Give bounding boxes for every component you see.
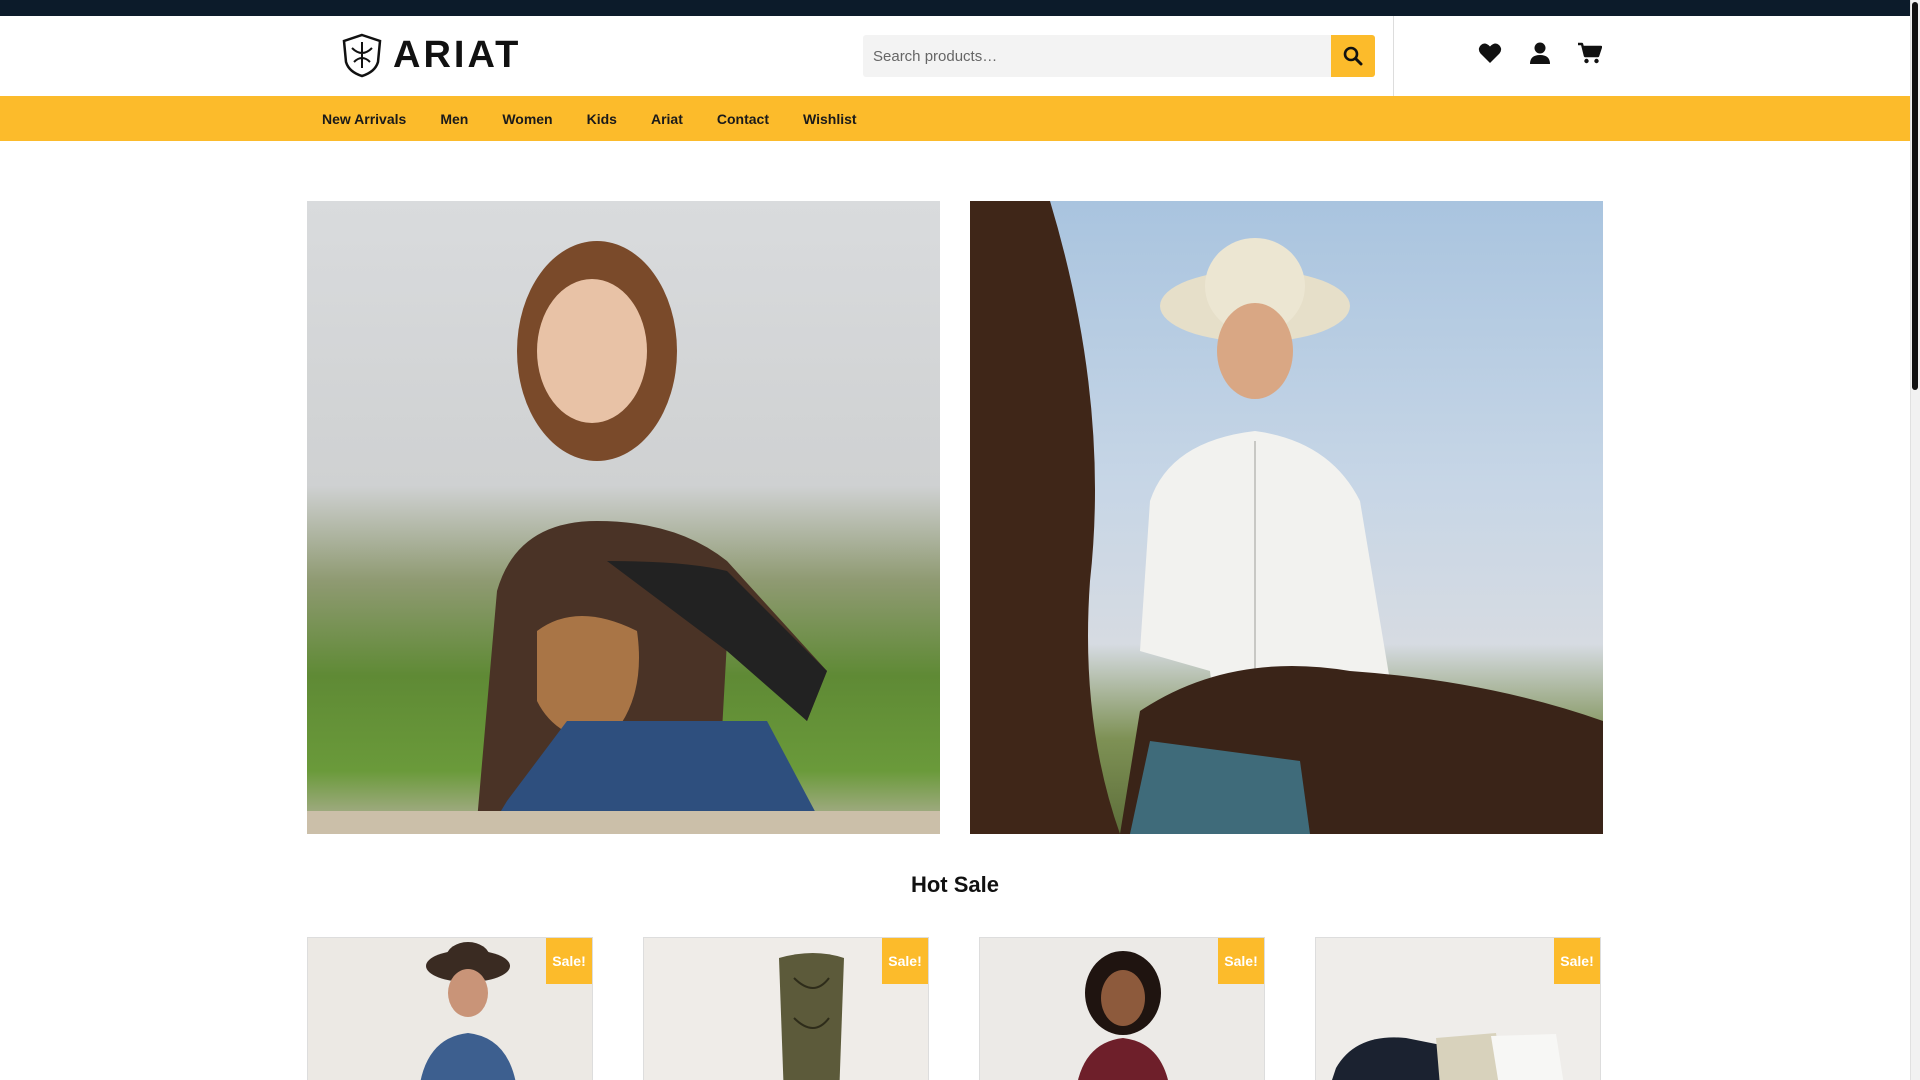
product-card[interactable]: Sale! xyxy=(979,937,1265,1080)
nav-item-men[interactable]: Men xyxy=(440,111,468,127)
cart-button[interactable] xyxy=(1578,41,1602,65)
page-scrollbar[interactable] xyxy=(1910,0,1920,1080)
site-header: ARIAT xyxy=(0,16,1910,96)
nav-item-women[interactable]: Women xyxy=(502,111,552,127)
nav-item-wishlist[interactable]: Wishlist xyxy=(803,111,857,127)
search-input[interactable] xyxy=(863,35,1332,77)
sale-badge: Sale! xyxy=(1554,938,1600,984)
brand-wordmark: ARIAT xyxy=(393,33,522,76)
horse-shield-logo-icon xyxy=(342,33,382,78)
scrollbar-thumb[interactable] xyxy=(1912,2,1918,390)
nav-item-ariat[interactable]: Ariat xyxy=(651,111,683,127)
hero-men-image xyxy=(970,201,1603,834)
account-button[interactable] xyxy=(1528,41,1552,65)
hero-banner-men[interactable] xyxy=(970,201,1603,834)
search-icon xyxy=(1343,46,1363,66)
main-nav: New Arrivals Men Women Kids Ariat Contac… xyxy=(0,96,1910,141)
hero-banner-women[interactable] xyxy=(307,201,940,834)
sale-badge: Sale! xyxy=(546,938,592,984)
user-icon xyxy=(1530,42,1550,64)
hot-sale-heading: Hot Sale xyxy=(910,872,1000,897)
nav-item-new-arrivals[interactable]: New Arrivals xyxy=(322,111,406,127)
nav-item-kids[interactable]: Kids xyxy=(587,111,617,127)
header-divider xyxy=(1393,16,1394,96)
product-card[interactable]: Sale! xyxy=(307,937,593,1080)
nav-item-contact[interactable]: Contact xyxy=(717,111,769,127)
wishlist-button[interactable] xyxy=(1478,41,1502,65)
brand-logo[interactable]: ARIAT xyxy=(339,32,521,78)
hero-women-image xyxy=(307,241,940,834)
heart-icon xyxy=(1478,43,1502,63)
search-bar xyxy=(863,35,1375,77)
header-actions xyxy=(1478,41,1602,65)
hot-sale-products: Sale! Sale! Sale! Sale! xyxy=(307,937,1601,1080)
search-button[interactable] xyxy=(1331,35,1375,77)
cart-icon xyxy=(1578,42,1602,64)
product-card[interactable]: Sale! xyxy=(1315,937,1601,1080)
top-bar xyxy=(0,0,1910,16)
sale-badge: Sale! xyxy=(882,938,928,984)
product-card[interactable]: Sale! xyxy=(643,937,929,1080)
sale-badge: Sale! xyxy=(1218,938,1264,984)
